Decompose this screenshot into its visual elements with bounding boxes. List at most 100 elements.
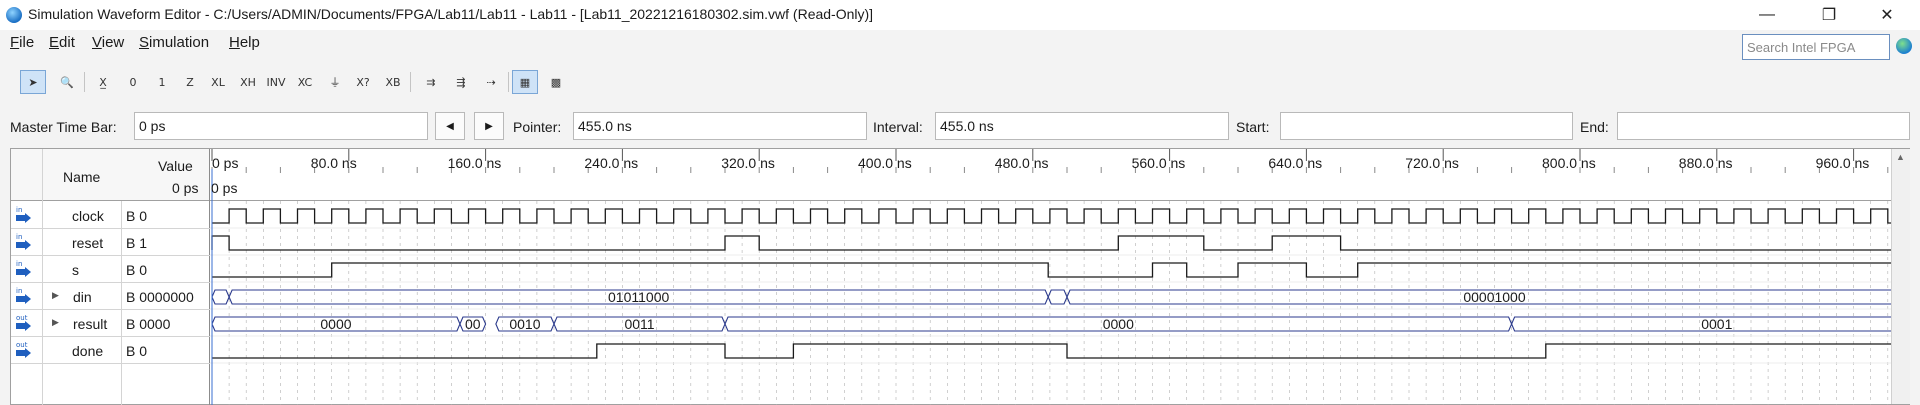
svg-text:in: in [16, 260, 22, 268]
signal-in-icon: in [15, 233, 33, 251]
force-weak-low-icon: XL [211, 75, 225, 89]
run-functional-sim-button[interactable]: ⇉ [418, 70, 444, 94]
scroll-up-icon[interactable]: ▲ [1896, 152, 1905, 162]
signal-value: B 0000000 [126, 289, 194, 305]
netlist-icon: ⇢ [486, 75, 496, 89]
signal-name[interactable]: clock [72, 208, 104, 224]
force-weak-high-button[interactable]: XH [235, 70, 261, 94]
force-low-button[interactable]: 0 [120, 70, 146, 94]
signal-name[interactable]: s [72, 262, 79, 278]
count-value-button[interactable]: XC [292, 70, 318, 94]
end-field[interactable] [1617, 112, 1910, 140]
result-value-label: 0001 [1701, 316, 1732, 332]
search-input[interactable]: Search Intel FPGA [1742, 34, 1890, 60]
signal-out-icon: out [15, 314, 33, 332]
menu-edit[interactable]: Edit [49, 34, 75, 51]
zoom-icon: 🔍 [60, 75, 74, 89]
time-tick-label: 0 ps [212, 155, 239, 171]
menu-simulation[interactable]: Simulation [139, 34, 209, 51]
globe-icon[interactable] [1896, 38, 1912, 54]
arrow-right-icon: ▶ [485, 120, 493, 132]
row-divider [11, 363, 210, 364]
force-high-impedance-icon: Z [186, 75, 194, 89]
menu-bar [0, 30, 1920, 58]
row-divider [11, 228, 210, 229]
time-tick-label: 480.0 ns [994, 155, 1049, 171]
force-high-button[interactable]: 1 [149, 70, 175, 94]
toolbar-separator [508, 72, 509, 92]
expand-arrow-icon[interactable]: ▶ [52, 317, 59, 328]
waveform-canvas[interactable]: 01011000 000010000000 00 0010 0011 0000 0001 [210, 149, 1891, 405]
next-transition-button[interactable]: ▶ [474, 112, 504, 140]
signal-name[interactable]: din [73, 289, 92, 305]
force-weak-low-button[interactable]: XL [205, 70, 231, 94]
zoom-button[interactable]: 🔍 [54, 70, 80, 94]
force-high-icon: 1 [158, 75, 166, 89]
name-column-header[interactable]: Name [63, 169, 100, 185]
row-divider [11, 336, 210, 337]
svg-text:in: in [16, 287, 22, 295]
interval-field[interactable]: 455.0 ns [935, 112, 1229, 140]
master-time-bar-label: Master Time Bar: [10, 119, 117, 135]
s-waveform[interactable] [212, 262, 1891, 278]
menu-file[interactable]: File [10, 34, 34, 51]
select-pointer-icon: ➤ [28, 75, 38, 89]
window-title: Simulation Waveform Editor - C:/Users/AD… [28, 6, 874, 22]
overwrite-value-button[interactable]: XB [380, 70, 406, 94]
signal-value: B 0 [126, 208, 148, 224]
done-waveform[interactable] [212, 343, 1891, 359]
signal-value: B 0000 [126, 316, 171, 332]
signal-value: B 0 [126, 343, 148, 359]
menu-view[interactable]: View [92, 34, 124, 51]
run-timing-sim-button[interactable]: ⇶ [448, 70, 474, 94]
waveform-view-button[interactable]: ▦ [512, 70, 538, 94]
expand-arrow-icon[interactable]: ▶ [52, 290, 59, 301]
row-divider [11, 282, 210, 283]
svg-text:out: out [16, 314, 28, 322]
toolbar-separator [410, 72, 411, 92]
previous-transition-button[interactable]: ◀ [435, 112, 465, 140]
start-field[interactable] [1280, 112, 1573, 140]
din-segment[interactable] [211, 289, 230, 305]
clock-waveform[interactable] [212, 208, 1891, 224]
run-functional-sim-icon: ⇉ [426, 75, 436, 89]
minimize-icon: — [1759, 6, 1775, 23]
menu-help[interactable]: Help [229, 34, 260, 51]
row-divider [11, 255, 210, 256]
interval-label: Interval: [873, 119, 923, 135]
vertical-scrollbar[interactable]: ▲ [1891, 149, 1910, 404]
time-tick-label: 80.0 ns [310, 155, 357, 171]
invert-button[interactable]: INV [263, 70, 289, 94]
toolbar-separator [84, 72, 85, 92]
restore-button[interactable]: ❐ [1806, 0, 1852, 30]
arrow-left-icon: ◀ [446, 120, 454, 132]
minimize-button[interactable]: — [1744, 0, 1790, 30]
column-divider [121, 201, 122, 405]
overwrite-value-icon: XB [385, 75, 401, 89]
signal-in-icon: in [15, 206, 33, 224]
clock-icon: ⏚ [329, 76, 341, 89]
reset-waveform[interactable] [211, 235, 1891, 251]
count-value-icon: XC [297, 75, 313, 89]
svg-text:out: out [16, 341, 28, 349]
grid-icon: ▩ [550, 75, 562, 89]
grid-button[interactable]: ▩ [543, 70, 569, 94]
din-segment[interactable] [1047, 289, 1068, 305]
din-value-label: 00001000 [1463, 289, 1526, 305]
close-button[interactable]: ✕ [1864, 0, 1910, 30]
random-value-button[interactable]: X? [350, 70, 376, 94]
signal-name[interactable]: reset [72, 235, 103, 251]
force-unknown-icon: X̲ [99, 75, 107, 89]
value-column-header[interactable]: Value [158, 158, 193, 174]
pointer-field[interactable]: 455.0 ns [573, 112, 867, 140]
force-high-impedance-button[interactable]: Z [177, 70, 203, 94]
time-tick-label: 960.0 ns [1815, 155, 1870, 171]
select-pointer-button[interactable]: ➤ [20, 70, 46, 94]
force-unknown-button[interactable]: X̲ [90, 70, 116, 94]
netlist-button[interactable]: ⇢ [478, 70, 504, 94]
clock-button[interactable]: ⏚ [322, 70, 348, 94]
column-divider [42, 149, 43, 405]
signal-name[interactable]: result [73, 316, 107, 332]
master-time-bar-field[interactable]: 0 ps [134, 112, 428, 140]
signal-name[interactable]: done [72, 343, 103, 359]
